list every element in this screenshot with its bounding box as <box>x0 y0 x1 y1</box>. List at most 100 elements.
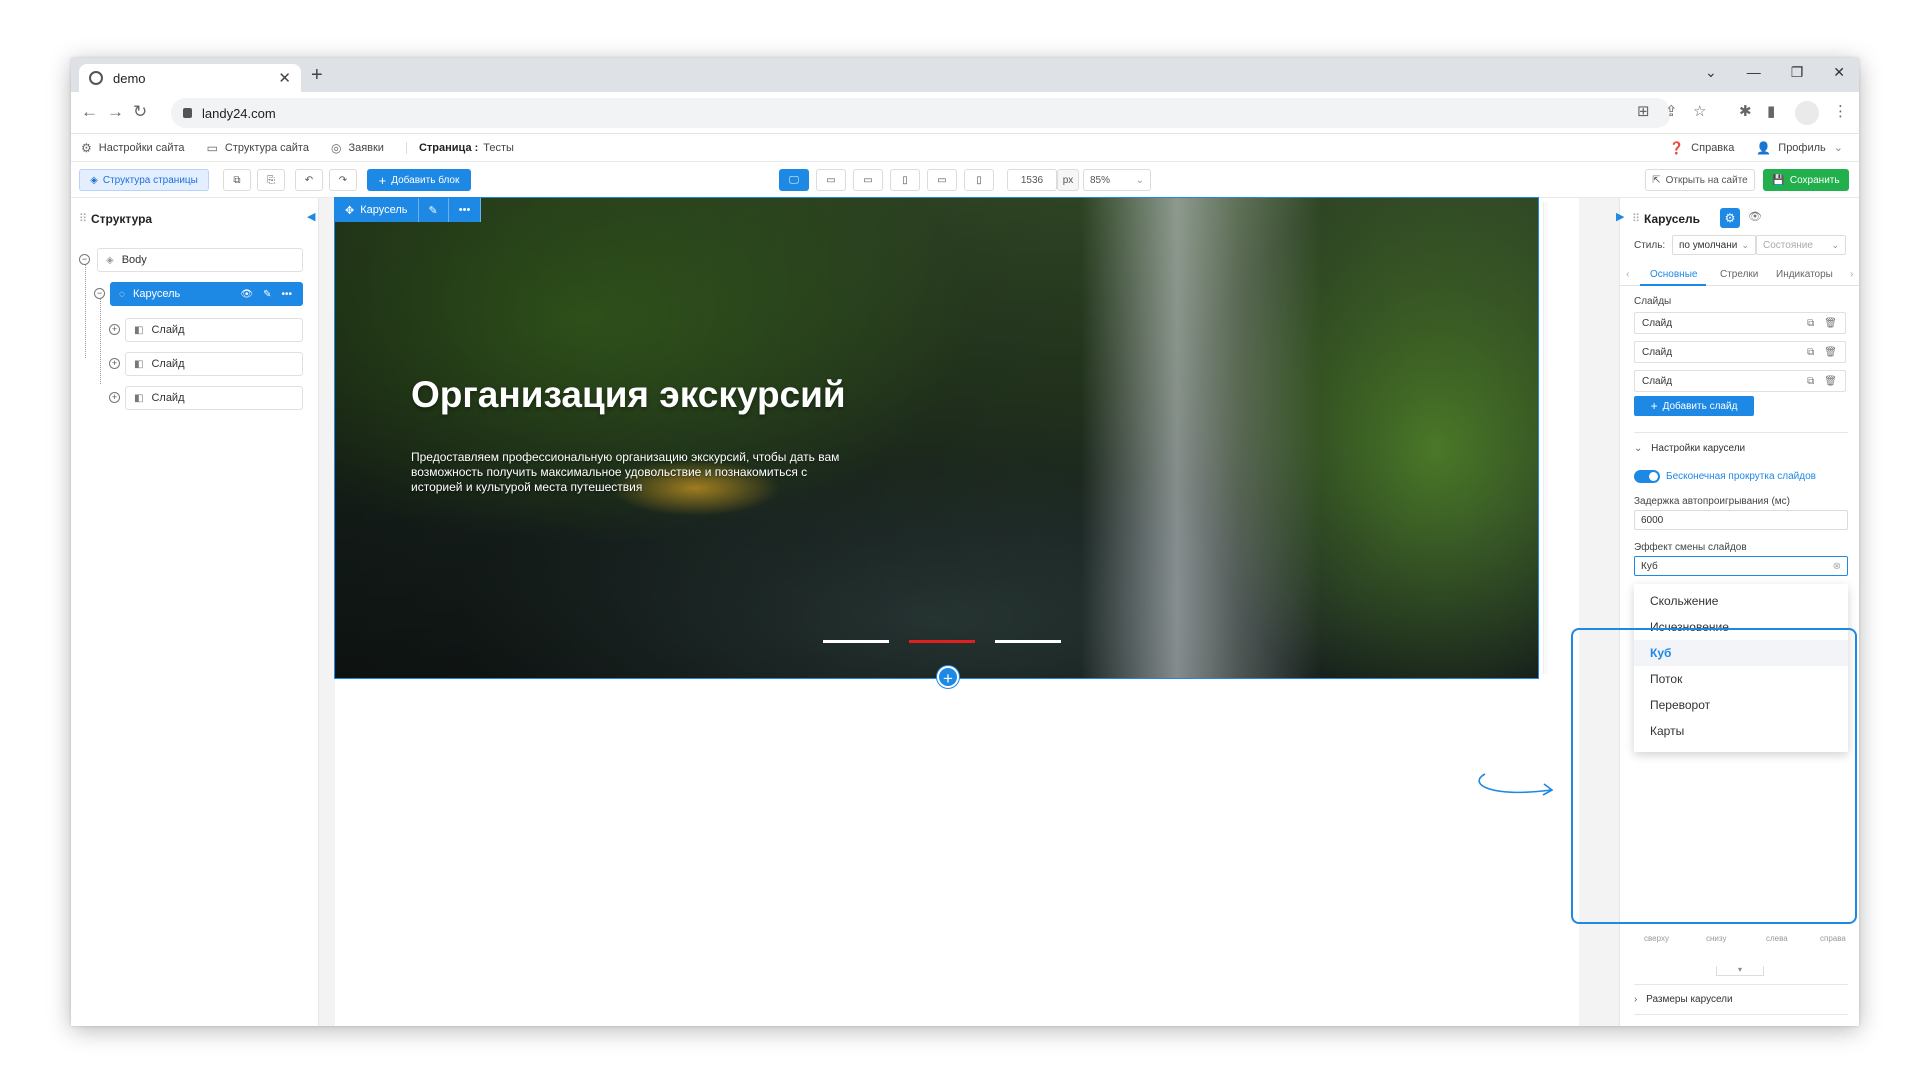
url-input[interactable]: landy24.com <box>171 98 1671 128</box>
state-select[interactable]: Состояние ⌄ <box>1756 235 1846 255</box>
new-tab-icon[interactable]: + <box>311 64 323 87</box>
back-icon[interactable]: ← <box>81 102 98 122</box>
effect-select[interactable]: Куб ⊗ <box>1634 556 1848 576</box>
share-icon[interactable]: ⇪ <box>1665 102 1678 120</box>
block-move-button[interactable]: ✥ Карусель <box>335 198 419 222</box>
add-block-below-button[interactable]: + <box>937 666 959 688</box>
device-phone-portrait-button[interactable]: ▯ <box>964 169 994 191</box>
tree-node-label: Слайд <box>151 324 185 336</box>
carousel-indicator-active[interactable] <box>909 640 975 643</box>
expand-toggle[interactable]: + <box>109 392 120 403</box>
menu-help[interactable]: ❓ Справка <box>1669 141 1734 155</box>
slide-item[interactable]: Слайд ⧉ 🗑 <box>1634 312 1846 334</box>
paste-button[interactable]: ⎘ <box>257 169 285 191</box>
kebab-menu-icon[interactable]: ⋮ <box>1833 102 1848 120</box>
duplicate-icon[interactable]: ⧉ <box>1807 318 1814 329</box>
avatar[interactable] <box>1795 101 1819 125</box>
page-selector[interactable]: Страница : Тесты <box>405 141 514 154</box>
eye-icon[interactable]: 👁 <box>240 289 253 300</box>
menu-requests[interactable]: ◎ Заявки <box>331 141 384 155</box>
trash-icon[interactable]: 🗑 <box>1824 318 1837 329</box>
slide-item[interactable]: Слайд ⧉ 🗑 <box>1634 341 1846 363</box>
menu-site-structure[interactable]: ▭ Структура сайта <box>207 141 309 155</box>
zoom-select[interactable]: 85% ⌄ <box>1083 169 1151 191</box>
open-on-site-button[interactable]: ⇱ Открыть на сайте <box>1645 169 1755 191</box>
tree-node-label: Карусель <box>132 288 181 300</box>
collapse-right-icon[interactable]: ▶ <box>1616 210 1624 223</box>
add-slide-button[interactable]: + Добавить слайд <box>1634 396 1754 416</box>
hero-subtitle[interactable]: Предоставляем профессиональную организац… <box>411 450 851 495</box>
device-desktop-button[interactable]: 🖵 <box>779 169 809 191</box>
trash-icon[interactable]: 🗑 <box>1824 347 1837 358</box>
canvas-scrollbar[interactable] <box>1543 202 1548 674</box>
drag-handle-icon[interactable]: ⠿ <box>79 212 87 225</box>
save-button[interactable]: 💾 Сохранить <box>1763 169 1849 191</box>
collapse-toggle[interactable]: − <box>94 288 105 299</box>
menu-profile[interactable]: 👤 Профиль ⌄ <box>1756 141 1843 155</box>
minimize-icon[interactable]: — <box>1747 64 1761 81</box>
drag-handle-icon[interactable]: ⠿ <box>1632 212 1640 225</box>
edit-icon[interactable]: ✎ <box>263 289 271 300</box>
block-more-button[interactable]: ••• <box>449 198 482 222</box>
star-icon[interactable]: ☆ <box>1693 102 1706 120</box>
slide-item[interactable]: Слайд ⧉ 🗑 <box>1634 370 1846 392</box>
autoplay-input[interactable]: 6000 <box>1634 510 1848 530</box>
hero-title[interactable]: Организация экскурсий <box>411 374 846 416</box>
eye-icon[interactable]: 👁 <box>1748 210 1762 223</box>
reload-icon[interactable]: ↻ <box>133 102 147 122</box>
close-window-icon[interactable]: ✕ <box>1833 64 1845 81</box>
copy-button[interactable]: ⧉ <box>223 169 251 191</box>
width-input[interactable]: 1536 <box>1007 169 1057 191</box>
collapse-toggle[interactable]: − <box>79 254 90 265</box>
tab-arrows[interactable]: Стрелки <box>1720 269 1758 280</box>
more-icon[interactable]: ••• <box>281 289 292 300</box>
sidepanel-icon[interactable]: ▮ <box>1767 102 1775 120</box>
carousel-settings-header[interactable]: ⌄ Настройки карусели <box>1634 443 1745 454</box>
block-edit-button[interactable]: ✎ <box>419 198 449 222</box>
tree-node-slide[interactable]: ◧ Слайд <box>125 352 303 376</box>
trash-icon[interactable]: 🗑 <box>1824 376 1837 387</box>
tree-node-slide[interactable]: ◧ Слайд <box>125 318 303 342</box>
clear-icon[interactable]: ⊗ <box>1833 561 1841 572</box>
tab-basic[interactable]: Основные <box>1650 269 1697 280</box>
collapse-left-icon[interactable]: ◀ <box>307 210 315 223</box>
annotation-arrow-icon <box>1478 773 1554 796</box>
tree-node-body[interactable]: ◈ Body <box>97 248 303 272</box>
infinite-scroll-toggle[interactable] <box>1634 470 1660 483</box>
device-tablet-landscape-button[interactable]: ▭ <box>853 169 883 191</box>
carousel-block[interactable]: Организация экскурсий Предоставляем проф… <box>334 197 1539 679</box>
gear-icon: ⚙ <box>81 140 92 155</box>
device-phone-landscape-button[interactable]: ▭ <box>927 169 957 191</box>
duplicate-icon[interactable]: ⧉ <box>1807 376 1814 387</box>
carousel-sizes-header[interactable]: › Размеры карусели <box>1634 994 1733 1005</box>
style-select[interactable]: по умолчани ⌄ <box>1672 235 1756 255</box>
tabs-scroll-left-icon[interactable]: ‹ <box>1626 269 1629 280</box>
expand-toggle[interactable]: + <box>109 324 120 335</box>
undo-button[interactable]: ↶ <box>295 169 323 191</box>
translate-icon[interactable]: ⊞ <box>1637 102 1650 120</box>
tabs-scroll-right-icon[interactable]: › <box>1850 269 1853 280</box>
menu-site-settings[interactable]: ⚙ Настройки сайта <box>81 141 185 155</box>
page-structure-button[interactable]: ◈ Структура страницы <box>79 169 209 191</box>
tab-indicators[interactable]: Индикаторы <box>1776 269 1833 280</box>
expand-toggle[interactable]: + <box>109 358 120 369</box>
carousel-indicator[interactable] <box>995 640 1061 643</box>
forward-icon[interactable]: → <box>107 102 124 122</box>
device-laptop-button[interactable]: ▭ <box>816 169 846 191</box>
tree-line <box>85 258 86 358</box>
extensions-icon[interactable]: ✱ <box>1739 102 1752 120</box>
close-icon[interactable]: ✕ <box>278 69 291 87</box>
device-tablet-portrait-button[interactable]: ▯ <box>890 169 920 191</box>
expand-more-button[interactable]: ▾ <box>1716 966 1764 976</box>
tree-node-carousel[interactable]: ◌ Карусель 👁 ✎ ••• <box>110 282 303 306</box>
browser-tab[interactable]: demo ✕ <box>79 64 301 92</box>
restore-icon[interactable]: ❐ <box>1791 64 1804 81</box>
effect-option[interactable]: Скольжение <box>1634 588 1848 614</box>
tree-node-slide[interactable]: ◧ Слайд <box>125 386 303 410</box>
duplicate-icon[interactable]: ⧉ <box>1807 347 1814 358</box>
gear-icon[interactable]: ⚙ <box>1720 208 1740 228</box>
chevron-down-icon[interactable]: ⌄ <box>1705 64 1717 81</box>
redo-button[interactable]: ↷ <box>329 169 357 191</box>
add-block-button[interactable]: + Добавить блок <box>367 169 471 191</box>
carousel-indicator[interactable] <box>823 640 889 643</box>
